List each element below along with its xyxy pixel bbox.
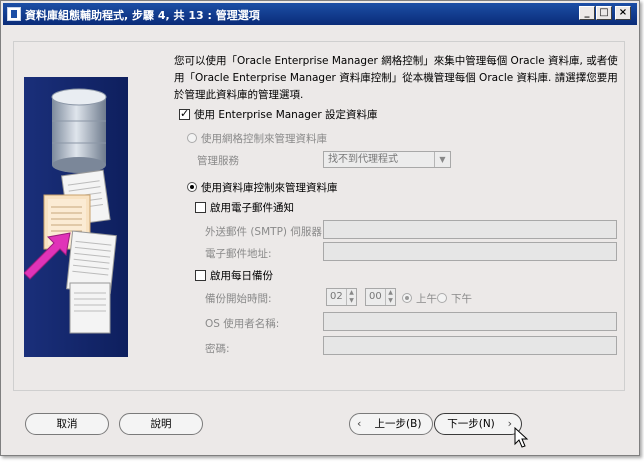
email-checkbox[interactable]	[195, 202, 206, 213]
password-input[interactable]	[323, 336, 617, 355]
maximize-button[interactable]: □	[596, 6, 612, 20]
mgmt-service-select[interactable]: 找不到代理程式 ▼	[323, 151, 451, 168]
cancel-button[interactable]: 取消	[25, 413, 109, 435]
backup-checkbox[interactable]	[195, 270, 206, 281]
back-button[interactable]: ‹ 上一步(B)	[349, 413, 433, 435]
db-control-label: 使用資料庫控制來管理資料庫	[201, 182, 338, 194]
grid-control-radio-row[interactable]: 使用網格控制來管理資料庫	[187, 131, 327, 146]
backup-hour-spinner[interactable]: 02 ▲ ▼	[326, 288, 357, 306]
email-checkbox-row[interactable]: 啟用電子郵件通知	[195, 200, 294, 215]
chevron-right-icon: ›	[507, 417, 512, 430]
use-em-checkbox[interactable]	[179, 107, 190, 120]
dbca-window: 資料庫組態輔助程式, 步驟 4, 共 13 : 管理選項 _ □ × 您可以使用…	[0, 0, 640, 456]
grid-control-radio[interactable]	[187, 133, 197, 143]
help-button[interactable]: 說明	[119, 413, 203, 435]
use-em-label: 使用 Enterprise Manager 設定資料庫	[194, 109, 378, 121]
password-label: 密碼:	[205, 343, 230, 355]
pm-radio-row[interactable]: 下午	[437, 291, 472, 306]
backup-checkbox-row[interactable]: 啟用每日備份	[195, 268, 273, 283]
mgmt-service-value: 找不到代理程式	[328, 154, 398, 165]
am-label: 上午	[416, 293, 437, 305]
window-title: 資料庫組態輔助程式, 步驟 4, 共 13 : 管理選項	[25, 9, 260, 22]
database-documents-icon	[24, 88, 117, 334]
use-em-checkbox-row[interactable]: 使用 Enterprise Manager 設定資料庫	[179, 107, 378, 122]
cancel-label: 取消	[56, 418, 78, 430]
am-radio-row[interactable]: 上午	[402, 291, 437, 306]
db-control-radio[interactable]	[187, 182, 197, 192]
next-label: 下一步(N)	[447, 418, 495, 430]
close-button[interactable]: ×	[615, 6, 631, 20]
backup-minute-spinner[interactable]: 00 ▲ ▼	[365, 288, 396, 306]
smtp-label: 外送郵件 (SMTP) 伺服器:	[205, 226, 326, 238]
smtp-server-input[interactable]	[323, 220, 617, 239]
wizard-illustration	[24, 77, 128, 357]
db-control-radio-row[interactable]: 使用資料庫控制來管理資料庫	[187, 180, 338, 195]
next-button[interactable]: 下一步(N) ›	[434, 413, 522, 435]
app-icon	[7, 7, 21, 21]
mouse-cursor-icon	[514, 427, 529, 448]
spinner-arrows-icon[interactable]: ▲ ▼	[385, 289, 395, 305]
backup-checkbox-label: 啟用每日備份	[210, 270, 273, 282]
minimize-button[interactable]: _	[579, 6, 595, 20]
grid-control-label: 使用網格控制來管理資料庫	[201, 133, 327, 145]
backup-minute-value: 00	[369, 291, 382, 302]
mgmt-service-label: 管理服務	[197, 155, 239, 167]
backup-time-label: 備份開始時間:	[205, 293, 272, 305]
pm-label: 下午	[451, 293, 472, 305]
os-user-label: OS 使用者名稱:	[205, 318, 280, 330]
help-label: 說明	[150, 418, 172, 430]
pm-radio[interactable]	[437, 293, 447, 303]
email-checkbox-label: 啟用電子郵件通知	[210, 202, 294, 214]
chevron-left-icon: ‹	[357, 417, 362, 430]
back-label: 上一步(B)	[374, 418, 422, 430]
backup-hour-value: 02	[330, 291, 343, 302]
am-radio[interactable]	[402, 293, 412, 303]
description-text: 您可以使用「Oracle Enterprise Manager 網格控制」來集中…	[174, 55, 618, 101]
title-bar[interactable]: 資料庫組態輔助程式, 步驟 4, 共 13 : 管理選項 _ □ ×	[3, 3, 637, 25]
spinner-arrows-icon[interactable]: ▲ ▼	[346, 289, 356, 305]
os-user-input[interactable]	[323, 312, 617, 331]
chevron-down-icon: ▼	[434, 152, 450, 167]
email-address-label: 電子郵件地址:	[205, 248, 272, 260]
email-address-input[interactable]	[323, 242, 617, 261]
